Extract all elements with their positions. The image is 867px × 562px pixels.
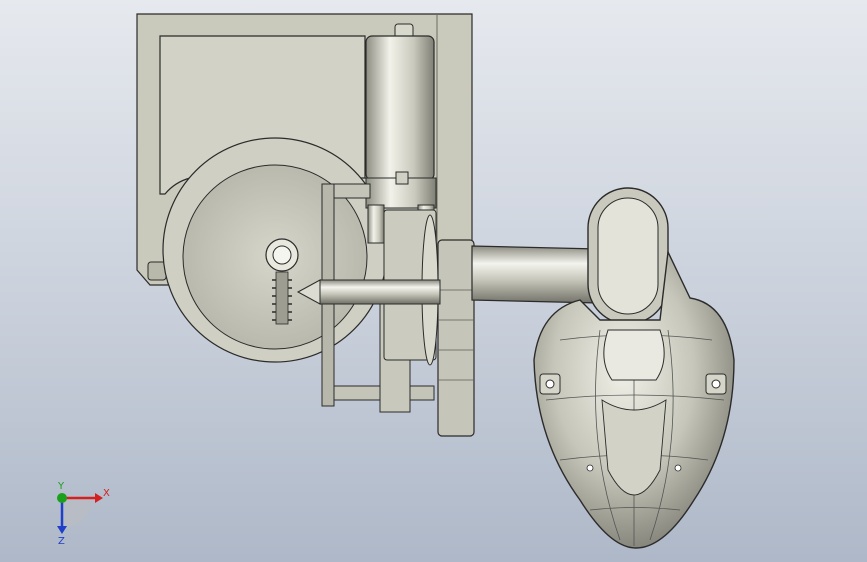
x-axis-label: X xyxy=(103,488,110,499)
drive-shaft xyxy=(296,279,441,305)
axis-triad: X Y Z xyxy=(57,481,110,547)
y-axis-dot xyxy=(57,493,67,503)
oval-cap xyxy=(587,187,669,325)
large-wheel xyxy=(162,137,388,363)
model-view[interactable]: X Y Z xyxy=(0,0,867,562)
z-axis-label: Z xyxy=(58,536,65,547)
cad-viewport[interactable]: X Y Z xyxy=(0,0,867,562)
y-axis-label: Y xyxy=(57,481,65,492)
